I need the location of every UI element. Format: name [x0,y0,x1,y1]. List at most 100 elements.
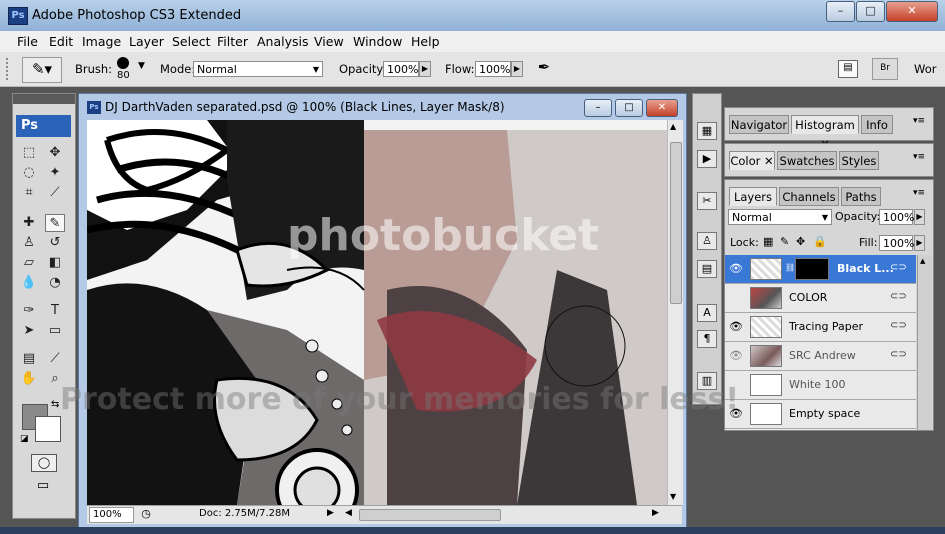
animation-icon[interactable]: ▶ [697,150,717,168]
magic-wand-tool-icon[interactable]: ✦ [45,164,65,182]
flow-input[interactable]: 100% [475,61,511,77]
eye-icon[interactable]: 👁 [728,348,744,364]
brush-tool-preset-icon[interactable]: ✎▾ [22,57,62,83]
tools-panel-header[interactable] [13,94,75,104]
flow-slider-arrow-icon[interactable]: ▶ [511,61,523,77]
layer-opacity-arrow-icon[interactable]: ▶ [914,209,925,225]
hand-tool-icon[interactable]: ✋ [19,370,39,388]
photoshop-logo[interactable]: Ps [16,115,71,137]
layer-link-icon[interactable]: ⊂⊃ [890,350,907,360]
eyedropper-tool-icon[interactable]: ⟋ [45,350,65,368]
character-icon[interactable]: A [697,304,717,322]
scroll-right-icon[interactable]: ▶ [652,508,659,518]
layer-row[interactable]: 👁 Tracing Paper ⊂⊃ [725,313,916,342]
panel-menu-icon[interactable]: ▾≡ [913,188,925,198]
layer-row[interactable]: 👁 SRC Andrew ⊂⊃ [725,342,916,371]
paragraph-icon[interactable]: ¶ [697,330,717,348]
status-options-icon[interactable]: ◷ [139,507,153,521]
screen-mode-icon[interactable]: ▭ [31,478,55,496]
layer-row[interactable]: COLOR ⊂⊃ [725,284,916,313]
type-tool-icon[interactable]: T [45,302,65,320]
options-grip[interactable] [6,58,12,80]
tab-paths[interactable]: Paths [841,187,881,206]
tab-color[interactable]: Color ✕ [729,151,775,170]
mask-link-icon[interactable]: ⛓ [785,263,795,272]
path-selection-tool-icon[interactable]: ➤ [19,322,39,340]
move-tool-icon[interactable]: ✥ [45,144,65,162]
eye-hidden-icon[interactable] [728,290,744,306]
tab-styles[interactable]: Styles [839,151,879,170]
mode-dropdown[interactable]: Normal ▼ [193,61,323,77]
status-menu-arrow-icon[interactable]: ▶ [327,508,334,518]
layer-link-icon[interactable]: ⊂⊃ [890,263,907,273]
menu-file[interactable]: File [17,34,38,49]
vertical-scroll-thumb[interactable] [670,142,682,304]
menu-layer[interactable]: Layer [129,34,164,49]
history-brush-tool-icon[interactable]: ↺ [45,234,65,252]
menu-view[interactable]: View [314,34,344,49]
doc-minimize-button[interactable]: – [584,99,612,117]
scroll-down-icon[interactable]: ▼ [670,492,676,501]
layers-scrollbar[interactable]: ▲ [917,255,932,430]
panel-menu-icon[interactable]: ▾≡ [913,152,925,162]
tab-layers[interactable]: Layers ✕ [729,187,777,223]
layer-mask-thumbnail[interactable] [795,258,829,280]
layer-link-icon[interactable]: ⊂⊃ [890,321,907,331]
doc-close-button[interactable]: ✕ [646,99,678,117]
eye-icon[interactable]: 👁 [728,261,744,277]
menu-edit[interactable]: Edit [49,34,73,49]
airbrush-icon[interactable]: ✒ [533,58,555,78]
gradient-tool-icon[interactable]: ◧ [45,254,65,272]
tab-info[interactable]: Info [861,115,893,134]
menu-image[interactable]: Image [82,34,121,49]
clone-source-icon[interactable]: ♙ [697,232,717,250]
vertical-scrollbar[interactable]: ▲ ▼ [667,120,683,505]
palette-well-icon[interactable]: ▤ [838,60,858,78]
quick-mask-icon[interactable]: ◯ [31,454,57,472]
lasso-tool-icon[interactable]: ◌ [19,164,39,182]
image-canvas[interactable]: photobucket [87,120,667,505]
doc-maximize-button[interactable]: □ [615,99,643,117]
notes-tool-icon[interactable]: ▤ [19,350,39,368]
menu-select[interactable]: Select [172,34,211,49]
minimize-button[interactable]: – [826,1,855,22]
tab-histogram[interactable]: Histogram ✕ [791,115,859,151]
zoom-level-input[interactable]: 100% [89,507,134,523]
close-button[interactable]: ✕ [886,1,938,22]
pen-tool-icon[interactable]: ✑ [19,302,39,320]
eye-icon[interactable]: 👁 [728,406,744,422]
menu-help[interactable]: Help [411,34,440,49]
layer-opacity-input[interactable]: 100% [879,209,914,225]
layer-comps-icon[interactable]: ▤ [697,260,717,278]
brush-picker-arrow-icon[interactable]: ▼ [138,61,145,71]
maximize-button[interactable]: □ [856,1,885,22]
layer-link-icon[interactable]: ⊂⊃ [890,292,907,302]
history-icon[interactable]: ▥ [697,372,717,390]
layer-row[interactable]: 👁 ⛓ Black L... ⊂⊃ [725,255,916,284]
swap-colors-icon[interactable]: ⇆ [51,399,59,410]
tab-swatches[interactable]: Swatches [777,151,837,170]
zoom-tool-icon[interactable]: ⌕ [45,370,65,388]
eye-hidden-icon[interactable] [728,377,744,393]
blend-mode-dropdown[interactable]: Normal ▼ [728,209,832,225]
close-icon[interactable]: ✕ [764,154,774,168]
scroll-left-icon[interactable]: ◀ [345,508,352,518]
opacity-input[interactable]: 100% [383,61,419,77]
brushes-icon[interactable]: ✂ [697,192,717,210]
bridge-icon[interactable]: Br [872,58,898,80]
marquee-tool-icon[interactable]: ⬚ [19,144,39,162]
eraser-tool-icon[interactable]: ▱ [19,254,39,272]
lock-position-icon[interactable]: ✥ [796,235,805,248]
shape-tool-icon[interactable]: ▭ [45,322,65,340]
brush-preview-icon[interactable] [117,57,129,69]
panel-menu-icon[interactable]: ▾≡ [913,116,925,126]
default-colors-icon[interactable]: ◪ [20,434,29,444]
background-color-swatch[interactable] [35,416,61,442]
brush-tool-icon[interactable]: ✎ [45,214,65,232]
horizontal-scroll-thumb[interactable] [359,509,501,521]
menu-analysis[interactable]: Analysis [257,34,309,49]
fill-arrow-icon[interactable]: ▶ [914,235,925,251]
fill-input[interactable]: 100% [879,235,914,251]
tool-presets-icon[interactable]: ▦ [697,122,717,140]
tab-navigator[interactable]: Navigator [729,115,789,134]
